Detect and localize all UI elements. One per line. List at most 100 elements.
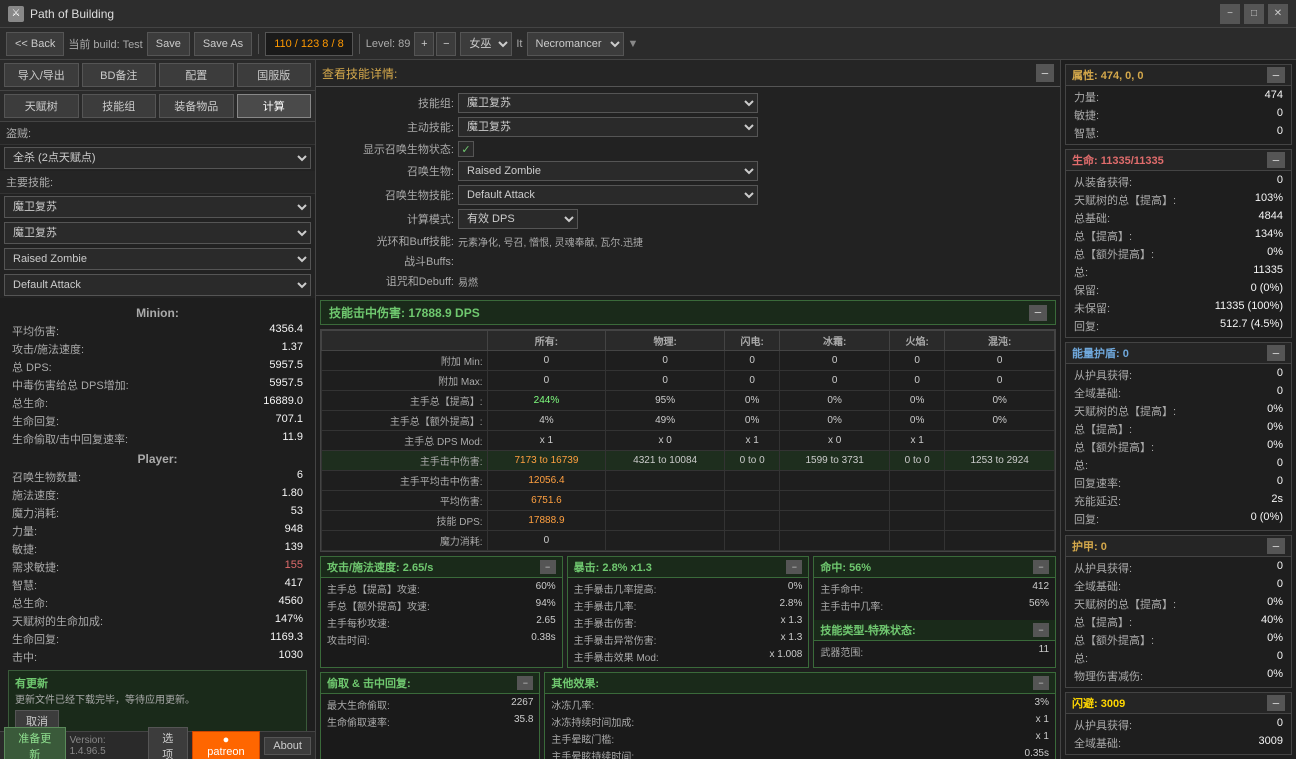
import-export-button[interactable]: 导入/导出 [4, 63, 79, 87]
back-button[interactable]: << Back [6, 32, 64, 56]
evasion-minimize[interactable]: − [1267, 695, 1285, 711]
patreon-button[interactable]: ● patreon [192, 731, 261, 759]
skill-dps-fire [889, 511, 944, 531]
col-label [322, 331, 488, 351]
life-regen-attr-value: 512.7 (4.5%) [1220, 318, 1283, 334]
main-accuracy-value: 412 [1032, 581, 1049, 596]
crit-minimize[interactable]: − [786, 560, 802, 574]
crit-effect-value: x 1.008 [770, 649, 803, 664]
cast-speed-row: 施法速度: 1.80 [4, 486, 311, 504]
main-extra-phys: 49% [606, 411, 725, 431]
show-minion-checkbox[interactable]: ✓ [458, 141, 474, 157]
bottom-bar: 准备更新 Version: 1.4.96.5 选项 ● patreon Abou… [0, 731, 315, 759]
main-skill-select2[interactable]: 魔卫复苏 [4, 222, 311, 244]
evasion-global-base-label: 全域基础: [1074, 735, 1121, 751]
about-button[interactable]: About [264, 737, 311, 755]
dps-title: 技能击中伤害: 17888.9 DPS [329, 304, 480, 321]
str-row: 力量: 948 [4, 522, 311, 540]
debuff-row: 诅咒和Debuff: 易燃 [320, 271, 1056, 291]
str-value: 948 [285, 523, 303, 539]
toolbar: << Back 当前 build: Test Save Save As 110 … [0, 28, 1296, 60]
options-button[interactable]: 选项 [148, 727, 188, 759]
dps-panel: 技能击中伤害: 17888.9 DPS − 所有: 物理: 闪电: 冰霜: 火焰… [316, 296, 1060, 759]
attributes-header: 属性: 474, 0, 0 − [1066, 65, 1291, 86]
main-atk-inc-label: 主手总【提高】攻速: [327, 581, 420, 596]
attack-speed-minimize[interactable]: − [540, 560, 556, 574]
life-minimize[interactable]: − [1267, 152, 1285, 168]
avg-dmg-value: 4356.4 [269, 323, 303, 339]
main-inc-phys: 95% [606, 391, 725, 411]
calc-mode-select[interactable]: 有效 DPS [458, 209, 578, 229]
save-button[interactable]: Save [147, 32, 190, 56]
minion-cfg-select[interactable]: Raised Zombie [458, 161, 758, 181]
save-as-button[interactable]: Save As [194, 32, 252, 56]
es-minimize[interactable]: − [1267, 345, 1285, 361]
minion-select[interactable]: Raised Zombie [4, 248, 311, 270]
table-row: 主手平均击中伤害: 12056.4 [322, 471, 1055, 491]
bandit-section-header: 盗贼: [0, 122, 315, 145]
atk-time-value: 0.38s [531, 632, 555, 647]
crit-chance-label: 主手暴击几率: [574, 598, 637, 613]
accuracy-body: 主手命中: 412 主手击中几率: 56% [814, 578, 1055, 616]
min-fire: 0 [889, 351, 944, 371]
mana-cost-table-chaos [945, 531, 1055, 551]
class-select[interactable]: 女巫 [460, 32, 512, 56]
bandit-select[interactable]: 全杀 (2点天赋点) [4, 147, 311, 169]
ascendancy-select[interactable]: Necromancer [527, 32, 624, 56]
weapon-range-label: 武器范围: [820, 644, 863, 659]
armor-section: 护甲: 0 − 从护具获得: 0 全域基础: 0 天赋树的总【提高】: 0% 总… [1065, 535, 1292, 688]
skills-button[interactable]: 技能组 [82, 94, 157, 118]
hit-dmg-lightning: 0 to 0 [724, 451, 779, 471]
life-total-inc-label: 总【提高】: [1074, 228, 1132, 244]
total-dps-value: 5957.5 [269, 359, 303, 375]
equipment-button[interactable]: 装备物品 [159, 94, 234, 118]
level-label: Level: 89 [366, 38, 411, 50]
main-skill-select1[interactable]: 魔卫复苏 [4, 196, 311, 218]
armor-total-row: 总: 0 [1070, 649, 1287, 667]
skill-dps-cold [780, 511, 890, 531]
skill-dps-label: 技能 DPS: [322, 511, 488, 531]
armor-tree-inc-label: 天赋树的总【提高】: [1074, 596, 1176, 612]
level-down-button[interactable]: − [436, 32, 456, 56]
passive-tree-button[interactable]: 天赋树 [4, 94, 79, 118]
es-recharge-delay-label: 充能延迟: [1074, 493, 1121, 509]
main-dps-mod-all: x 1 [487, 431, 606, 451]
skill-type-minimize[interactable]: − [1033, 623, 1049, 637]
accuracy-minimize[interactable]: − [1033, 560, 1049, 574]
life-unreserved-row: 未保留: 11335 (100%) [1070, 299, 1287, 317]
top-nav-row: 导入/导出 BD备注 配置 国服版 [0, 60, 315, 91]
minimize-button[interactable]: − [1220, 4, 1240, 24]
other-effects-minimize[interactable]: − [1033, 676, 1049, 690]
close-skill-details-button[interactable]: − [1036, 64, 1054, 82]
center-panel: 查看技能详情: − 技能组: 魔卫复苏 主动技能: 魔卫复苏 显示召唤生物状态:… [316, 60, 1060, 759]
life-total-more-row: 总【额外提高】: 0% [1070, 245, 1287, 263]
life-total-more-value: 0% [1267, 246, 1283, 262]
minion-skill-select[interactable]: Default Attack [458, 185, 758, 205]
min-phys: 0 [606, 351, 725, 371]
maximize-button[interactable]: □ [1244, 4, 1264, 24]
atk-time-row: 攻击时间: 0.38s [325, 631, 558, 648]
nation-button[interactable]: 国服版 [237, 63, 312, 87]
calc-button[interactable]: 计算 [237, 94, 312, 118]
skill-type-title: 技能类型-特殊状态: [820, 622, 915, 638]
max-lightning: 0 [724, 371, 779, 391]
int-attr-row: 智慧: 0 [1070, 124, 1287, 142]
evasion-from-gear-label: 从护具获得: [1074, 717, 1132, 733]
armor-total-more-label: 总【额外提高】: [1074, 632, 1154, 648]
minion-attack-select[interactable]: Default Attack [4, 274, 311, 296]
main-dps-mod-label: 主手总 DPS Mod: [322, 431, 488, 451]
ready-update-button[interactable]: 准备更新 [4, 727, 66, 759]
dps-minimize-button[interactable]: − [1029, 305, 1047, 321]
config-button[interactable]: 配置 [159, 63, 234, 87]
skill-group-select[interactable]: 魔卫复苏 [458, 93, 758, 113]
other-effects-body: 冰冻几率: 3% 冰冻持续时间加成: x 1 主手晕眩门槛: x 1 主手晕 [545, 694, 1055, 759]
armor-minimize[interactable]: − [1267, 538, 1285, 554]
close-button[interactable]: ✕ [1268, 4, 1288, 24]
life-base-label: 总基础: [1074, 210, 1110, 226]
bd-notes-button[interactable]: BD备注 [82, 63, 157, 87]
armor-total-inc-label: 总【提高】: [1074, 614, 1132, 630]
leech-minimize[interactable]: − [517, 676, 533, 690]
main-skill-cfg-select[interactable]: 魔卫复苏 [458, 117, 758, 137]
attributes-minimize[interactable]: − [1267, 67, 1285, 83]
level-up-button[interactable]: + [414, 32, 434, 56]
